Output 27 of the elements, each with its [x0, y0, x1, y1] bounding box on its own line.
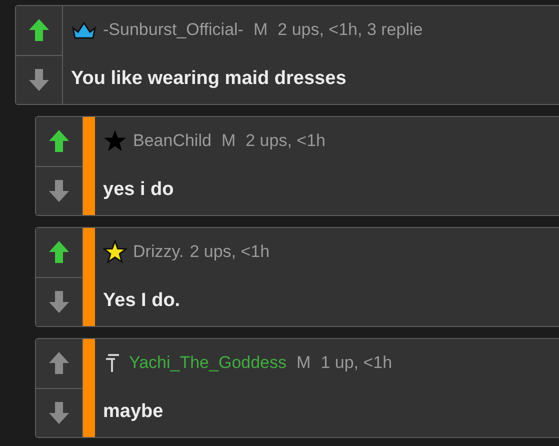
username-link[interactable]: BeanChild	[133, 131, 212, 151]
upvote-arrow-icon	[48, 129, 70, 154]
downvote-button[interactable]	[36, 166, 82, 215]
mod-label: M	[221, 131, 236, 151]
comment-text: maybe	[103, 401, 164, 423]
downvote-arrow-icon	[48, 290, 70, 314]
username-link[interactable]: Drizzy.	[133, 242, 184, 262]
downvote-button[interactable]	[36, 388, 82, 437]
comment-text: yes i do	[103, 179, 174, 201]
username-link[interactable]: Yachi_The_Goddess	[129, 353, 287, 373]
mod-label: M	[253, 20, 268, 40]
comment-meta: 2 ups, <1h	[246, 131, 326, 151]
downvote-button[interactable]	[36, 276, 82, 326]
downvote-arrow-icon	[28, 68, 50, 92]
upvote-arrow-icon	[48, 351, 70, 376]
downvote-arrow-icon	[48, 400, 70, 425]
comment-meta: 2 ups, <1h	[190, 242, 270, 262]
comment-text: Yes I do.	[103, 290, 180, 312]
comment-meta: 1 up, <1h	[320, 353, 392, 373]
comment-text: You like wearing maid dresses	[71, 68, 346, 90]
comment-meta: 2 ups, <1h, 3 replie	[278, 20, 423, 40]
downvote-arrow-icon	[48, 178, 70, 203]
username-link[interactable]: -Sunburst_Official-	[103, 20, 244, 40]
upvote-arrow-icon	[48, 240, 70, 264]
upvote-arrow-icon	[28, 18, 50, 42]
mod-label: M	[296, 353, 311, 373]
downvote-button[interactable]	[16, 54, 62, 104]
